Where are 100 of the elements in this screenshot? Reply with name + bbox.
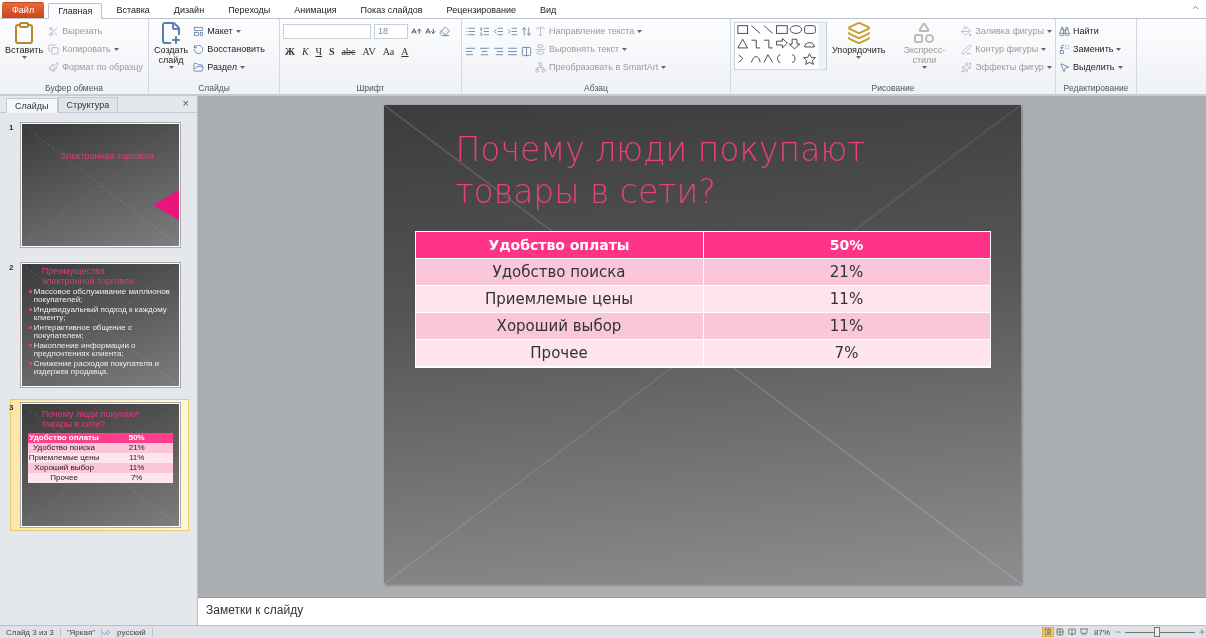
thumbnail-table-cell: Удобство оплаты [27, 432, 101, 443]
layout-icon [193, 25, 205, 37]
normal-view-button[interactable] [1042, 627, 1054, 637]
binoculars-icon [1059, 25, 1070, 37]
view-icon [1044, 628, 1052, 636]
font-format-button[interactable]: Ж [283, 45, 297, 57]
collapse-ribbon-icon[interactable] [1191, 3, 1200, 12]
table-cell: Прочее [415, 340, 704, 367]
clear-format-icon [439, 25, 450, 37]
panel-tab[interactable]: Структура [57, 97, 119, 112]
ribbon-tab[interactable]: Переходы [218, 2, 281, 18]
new-slide-button[interactable]: Создать слайд [152, 21, 191, 82]
replace-button[interactable]: Заменить [1059, 41, 1123, 57]
panel-tab[interactable]: Слайды [6, 98, 58, 113]
font-format-button[interactable]: A [399, 45, 411, 57]
ribbon-tab[interactable]: Главная [48, 3, 103, 19]
thumbnail-title: Электронная торговля [58, 150, 155, 162]
thumbnail-table-cell: 50% [100, 432, 173, 443]
font-format-button[interactable]: AV [360, 45, 378, 57]
reset-icon [193, 43, 205, 55]
ribbon-tab[interactable]: Показ слайдов [350, 2, 433, 18]
slide-thumbnail-item[interactable]: 3 Почему люди покупают товары в сети? Удобство оплаты 50% Удобство поиска 21% Приемлемые цены 11% Хороший выбор 11% Прочее 7% [10, 399, 189, 531]
thumbnail-table-cell: 21% [100, 442, 173, 453]
paste-button[interactable]: Вставить [3, 21, 46, 82]
grow-font-icon [411, 25, 422, 37]
show-view-button[interactable] [1078, 627, 1090, 637]
caret-icon [21, 56, 27, 59]
columns-icon [521, 45, 532, 57]
close-button[interactable]: × [182, 97, 189, 109]
thumbnail-table-cell: Прочее [27, 472, 101, 483]
bullet-icon [28, 362, 32, 366]
thumbnail-bullet: Интерактивное общение с покупателем; [21, 323, 179, 341]
notes-field[interactable]: Заметки к слайду [198, 597, 1206, 625]
reset-button[interactable]: Восстановить [193, 41, 265, 57]
thumbnail-table-cell: Приемлемые цены [27, 452, 101, 463]
scissors-icon [48, 25, 60, 37]
table-cell: Приемлемые цены [415, 286, 704, 313]
shape-gallery-drawing[interactable] [734, 21, 827, 71]
numbered-list-icon [479, 25, 490, 37]
slide-number: 1 [9, 123, 15, 134]
table-header-cell: 50% [703, 232, 990, 259]
ribbon-tab[interactable]: Вид [530, 2, 567, 18]
group-label: Шрифт [355, 82, 386, 94]
folder-icon [193, 61, 205, 73]
shapes-icon [912, 21, 937, 45]
font-format-button[interactable]: К [299, 45, 311, 57]
group-label: Редактирование [1062, 82, 1130, 94]
font-name-field[interactable] [283, 23, 371, 39]
shrink-font-icon [425, 25, 436, 37]
thumbnail-title: Почему люди покупают товары в сети? [40, 408, 141, 430]
group-label: Слайды [197, 82, 231, 94]
outdent-icon [493, 25, 504, 37]
thumbnail-bullet: Снижение расходов покупателя и издержек продавца. [21, 359, 179, 377]
select-button[interactable]: Выделить [1059, 59, 1123, 75]
ribbon-tab[interactable]: Анимация [284, 2, 347, 18]
thumbnail-bullet: Массовое обслуживание миллионов покупателей; [21, 287, 179, 305]
diagram-icon [535, 61, 546, 73]
font-size-field[interactable]: 18 [374, 23, 408, 39]
ribbon-tab[interactable]: Дизайн [163, 2, 215, 18]
group-label: Абзац [583, 82, 609, 94]
layout-button[interactable]: Макет [193, 23, 265, 39]
file-tab[interactable]: Файл [2, 2, 45, 18]
ribbon-tab[interactable]: Рецензирование [436, 2, 527, 18]
slide-number: 3 [9, 403, 15, 414]
font-format-button[interactable]: Aa [380, 45, 397, 57]
slide-thumbnail-item[interactable]: 1 Электронная торговля [10, 119, 189, 251]
paint-bucket-icon [961, 25, 973, 37]
paintbrush-icon [48, 61, 60, 73]
find-button[interactable]: Найти [1059, 23, 1123, 39]
slide-counter: Слайд 3 из 3 [0, 627, 61, 637]
font-format-button[interactable]: abc [339, 45, 358, 57]
sorter-view-button[interactable] [1054, 627, 1066, 637]
arrange-button[interactable]: Упорядочить [829, 21, 888, 82]
thumbnail-title: Преимущества электронной торговли [40, 265, 136, 287]
caret-icon [856, 56, 862, 59]
reading-view-button[interactable] [1066, 627, 1078, 637]
layers-icon [846, 21, 871, 45]
section-button[interactable]: Раздел [193, 59, 265, 75]
align-left-icon [465, 45, 476, 57]
replace-icon [1059, 43, 1070, 55]
align-center-icon [479, 45, 490, 57]
bullet-icon [28, 344, 32, 348]
thumbnail-bullet: Накопление информации о предпочтениях клиента; [21, 341, 179, 359]
zoom-slider-thumb[interactable] [1153, 627, 1160, 637]
font-format-button[interactable]: Ч [313, 45, 325, 57]
indent-icon [507, 25, 518, 37]
spell-check-icon [102, 627, 112, 637]
bullet-list-icon [465, 25, 476, 37]
table-cell: Удобство поиска [415, 259, 704, 286]
bullet-icon [28, 326, 32, 330]
table-cell: 11% [703, 286, 990, 313]
table-cell: Хороший выбор [415, 313, 704, 340]
thumbnail-table-cell: 7% [100, 472, 173, 483]
bullet-icon [28, 290, 32, 294]
caret-icon [921, 66, 927, 69]
language-label: русский [111, 627, 153, 637]
ribbon-tab[interactable]: Вставка [106, 2, 160, 18]
triangle-drawing [153, 190, 179, 220]
table-cell: 11% [703, 313, 990, 340]
font-format-button[interactable]: S [327, 45, 337, 57]
